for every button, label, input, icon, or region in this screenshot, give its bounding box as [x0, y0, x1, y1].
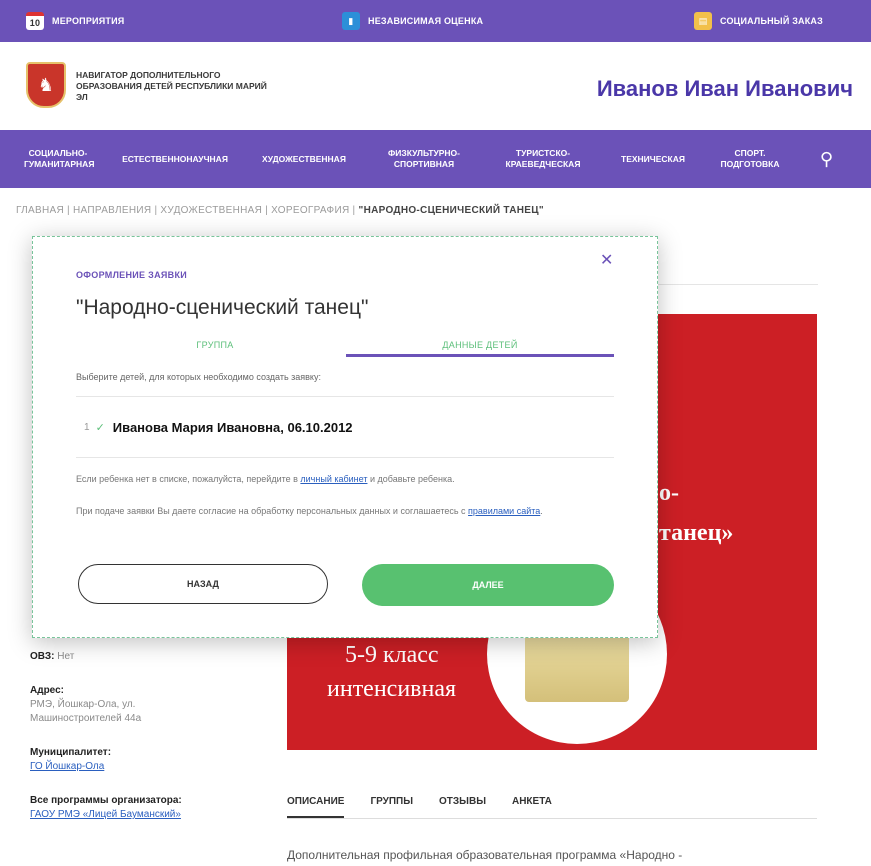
order-icon: ▤: [694, 12, 712, 30]
municipality-label: Муниципалитет:: [30, 747, 112, 758]
nav-item-sport-training[interactable]: СПОРТ. ПОДГОТОВКА: [704, 148, 796, 170]
tab-survey[interactable]: АНКЕТА: [512, 790, 552, 818]
personal-account-link[interactable]: личный кабинет: [300, 474, 367, 484]
top-bar: 10 МЕРОПРИЯТИЯ ▮ НЕЗАВИСИМАЯ ОЦЕНКА ▤ СО…: [0, 0, 871, 42]
order-link[interactable]: ▤ СОЦИАЛЬНЫЙ ЗАКАЗ: [694, 0, 823, 42]
coat-of-arms-logo[interactable]: ♞: [26, 62, 66, 108]
child-name: Иванова Мария Ивановна, 06.10.2012: [112, 419, 353, 435]
order-label: СОЦИАЛЬНЫЙ ЗАКАЗ: [720, 16, 823, 26]
events-link[interactable]: 10 МЕРОПРИЯТИЯ: [26, 0, 124, 42]
tab-children-data[interactable]: ДАННЫЕ ДЕТЕЙ: [346, 340, 614, 350]
poster-title-line2: танец»: [659, 520, 734, 546]
calendar-icon: 10: [26, 12, 44, 30]
breadcrumb: ГЛАВНАЯ | НАПРАВЛЕНИЯ | ХУДОЖЕСТВЕННАЯ |…: [16, 205, 544, 216]
modal-title: "Народно-сценический танец": [76, 296, 369, 319]
close-icon[interactable]: ✕: [600, 250, 613, 270]
main-nav: СОЦИАЛЬНО-ГУМАНИТАРНАЯ ЕСТЕСТВЕННОНАУЧНА…: [0, 130, 871, 188]
chart-icon: ▮: [342, 12, 360, 30]
child-number: 1: [84, 421, 90, 433]
nav-item-technical[interactable]: ТЕХНИЧЕСКАЯ: [602, 154, 704, 165]
note2-text: При подаче заявки Вы даете согласие на о…: [76, 506, 469, 516]
ovz-value: Нет: [57, 651, 75, 662]
site-title[interactable]: НАВИГАТОР ДОПОЛНИТЕЛЬНОГО ОБРАЗОВАНИЯ ДЕ…: [76, 70, 276, 103]
breadcrumb-path[interactable]: ГЛАВНАЯ | НАПРАВЛЕНИЯ | ХУДОЖЕСТВЕННАЯ |…: [16, 205, 359, 216]
breadcrumb-current: "НАРОДНО-СЦЕНИЧЕСКИЙ ТАНЕЦ": [358, 205, 544, 216]
nav-item-tourism[interactable]: ТУРИСТСКО-КРАЕВЕДЧЕСКАЯ: [484, 148, 602, 170]
tab-group[interactable]: ГРУППА: [150, 340, 280, 350]
note1-text-end: и добавьте ребенка.: [367, 474, 455, 484]
back-button[interactable]: НАЗАД: [78, 564, 328, 604]
poster-intensity: интенсивная: [327, 676, 457, 702]
search-icon[interactable]: ⚲: [820, 149, 833, 170]
organizer-link[interactable]: ГАОУ РМЭ «Лицей Бауманский»: [30, 808, 270, 822]
content-tabs: ОПИСАНИЕ ГРУППЫ ОТЗЫВЫ АНКЕТА: [287, 790, 817, 819]
next-button[interactable]: ДАЛЕЕ: [362, 564, 614, 606]
check-icon[interactable]: ✓: [96, 421, 105, 434]
consent-note: При подаче заявки Вы даете согласие на о…: [76, 504, 596, 518]
tab-groups[interactable]: ГРУППЫ: [370, 790, 413, 818]
active-tab-indicator: [346, 354, 614, 357]
note1-text: Если ребенка нет в списке, пожалуйста, п…: [76, 474, 301, 484]
divider: [650, 284, 818, 285]
child-option[interactable]: 1 ✓ Иванова Мария Ивановна, 06.10.2012: [84, 414, 414, 440]
program-info: ОВЗ: Нет Адрес: РМЭ, Йошкар-Ола, ул. Маш…: [30, 650, 270, 842]
note2-text-end: .: [540, 506, 543, 516]
nav-item-science[interactable]: ЕСТЕСТВЕННОНАУЧНАЯ: [106, 154, 244, 165]
nav-item-art[interactable]: ХУДОЖЕСТВЕННАЯ: [244, 154, 364, 165]
organizer-label: Все программы организатора:: [30, 795, 182, 806]
nav-item-sport[interactable]: ФИЗКУЛЬТУРНО-СПОРТИВНАЯ: [364, 148, 484, 170]
events-label: МЕРОПРИЯТИЯ: [52, 16, 125, 26]
tab-reviews[interactable]: ОТЗЫВЫ: [439, 790, 486, 818]
modal-label: ОФОРМЛЕНИЕ ЗАЯВКИ: [76, 270, 188, 280]
modal-instruction: Выберите детей, для которых необходимо с…: [76, 372, 321, 382]
address-label: Адрес:: [30, 685, 64, 696]
tab-description[interactable]: ОПИСАНИЕ: [287, 790, 345, 818]
municipality-link[interactable]: ГО Йошкар-Ола: [30, 760, 270, 774]
assessment-link[interactable]: ▮ НЕЗАВИСИМАЯ ОЦЕНКА: [342, 0, 483, 42]
assessment-label: НЕЗАВИСИМАЯ ОЦЕНКА: [368, 16, 484, 26]
missing-child-note: Если ребенка нет в списке, пожалуйста, п…: [76, 474, 455, 484]
poster-grades: 5-9 класс: [345, 642, 439, 668]
program-description: Дополнительная профильная образовательна…: [287, 848, 683, 862]
address-value: РМЭ, Йошкар-Ола, ул. Машиностроителей 44…: [30, 699, 142, 724]
ovz-label: ОВЗ:: [30, 651, 55, 662]
site-rules-link[interactable]: правилами сайта: [468, 506, 540, 516]
nav-item-social[interactable]: СОЦИАЛЬНО-ГУМАНИТАРНАЯ: [0, 148, 106, 170]
poster-title-line1: о-: [659, 480, 679, 506]
user-name[interactable]: Иванов Иван Иванович: [597, 76, 853, 102]
